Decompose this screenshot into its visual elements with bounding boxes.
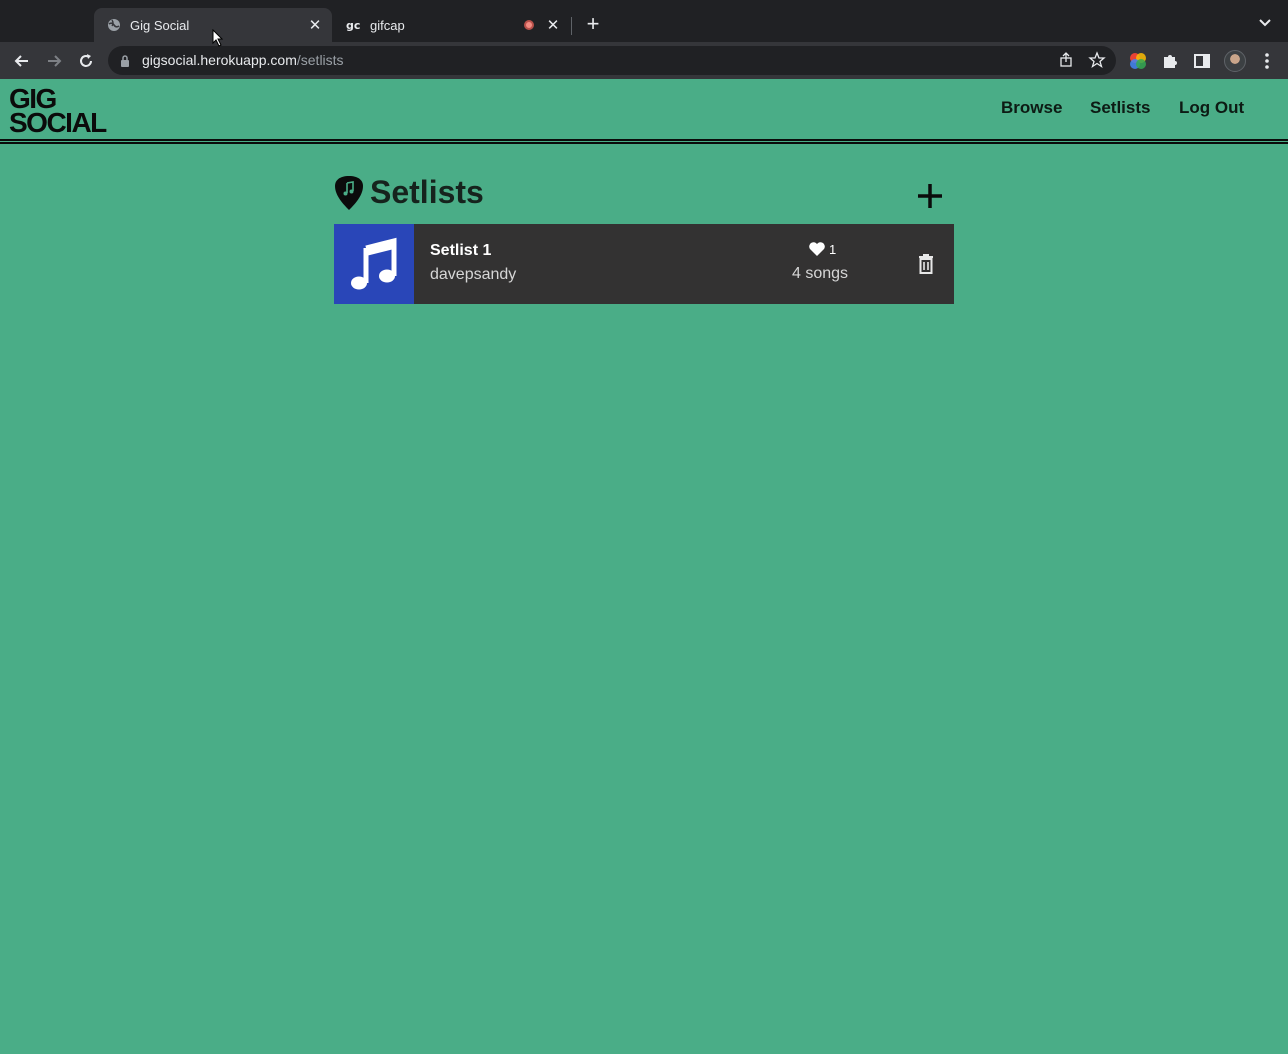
music-note-icon <box>351 237 397 290</box>
setlist-name[interactable]: Setlist 1 <box>430 242 491 260</box>
header-divider <box>0 142 1288 144</box>
header-divider <box>0 139 1288 141</box>
address-bar[interactable]: gigsocial.herokuapp.com/setlists <box>108 46 1116 75</box>
mouse-cursor-icon <box>212 28 224 52</box>
share-icon[interactable] <box>1058 52 1074 73</box>
heart-icon <box>809 242 825 256</box>
setlist-card[interactable]: Setlist 1 davepsandy 1 4 songs <box>334 224 954 304</box>
page-title: Setlists <box>370 174 484 210</box>
delete-setlist-button[interactable] <box>918 254 934 274</box>
tab-separator <box>571 17 572 35</box>
side-panel-icon[interactable] <box>1192 51 1212 71</box>
browser-toolbar: gigsocial.herokuapp.com/setlists <box>0 42 1288 79</box>
tab-strip: Gig Social ✕ gc gifcap ✕ + <box>0 0 1288 42</box>
song-count: 4 songs <box>792 265 849 282</box>
close-icon[interactable]: ✕ <box>544 16 562 34</box>
tab-gifcap[interactable]: gc gifcap ✕ <box>334 8 570 42</box>
forward-icon[interactable] <box>44 51 64 71</box>
nav-log-out[interactable]: Log Out <box>1179 98 1244 118</box>
logo-line-2: SOCIAL <box>9 107 107 138</box>
plus-icon <box>918 184 942 208</box>
setlist-thumbnail <box>334 224 414 304</box>
trash-icon <box>919 254 933 274</box>
site-header: GIG SOCIAL Browse Setlists Log Out <box>0 79 1288 140</box>
extensions-puzzle-icon[interactable] <box>1160 51 1180 71</box>
url-text: gigsocial.herokuapp.com/setlists <box>142 52 344 68</box>
likes-number: 1 <box>829 241 837 257</box>
guitar-pick-icon <box>334 175 364 216</box>
setlists-header: Setlists <box>334 172 954 220</box>
recording-icon <box>524 20 534 30</box>
back-icon[interactable] <box>12 51 32 71</box>
bookmark-star-icon[interactable] <box>1088 51 1106 74</box>
nav-browse[interactable]: Browse <box>1001 98 1062 118</box>
tab-search-icon[interactable] <box>1256 14 1274 32</box>
nav-setlists[interactable]: Setlists <box>1090 98 1150 118</box>
gig-social-logo[interactable]: GIG SOCIAL <box>9 85 107 138</box>
profile-avatar[interactable] <box>1224 50 1246 72</box>
reload-icon[interactable] <box>76 51 96 71</box>
likes-count[interactable]: 1 <box>808 241 836 257</box>
tab-title: gifcap <box>370 17 405 33</box>
add-setlist-button[interactable] <box>914 180 946 212</box>
gc-icon: gc <box>346 17 362 33</box>
svg-text:gc: gc <box>346 19 360 31</box>
lock-icon <box>120 54 130 72</box>
color-picker-extension-icon[interactable] <box>1128 51 1148 71</box>
globe-icon <box>106 17 122 33</box>
new-tab-icon[interactable]: + <box>582 13 604 35</box>
menu-kebab-icon[interactable] <box>1258 51 1276 71</box>
close-icon[interactable]: ✕ <box>306 16 324 34</box>
setlist-owner: davepsandy <box>430 266 517 283</box>
